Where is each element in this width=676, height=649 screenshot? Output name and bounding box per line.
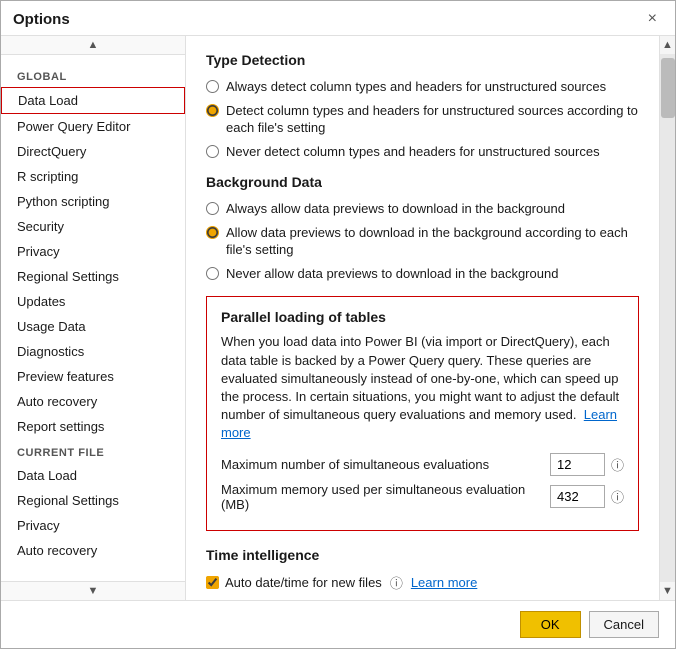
time-intelligence-heading: Time intelligence (206, 547, 639, 563)
ok-button[interactable]: OK (520, 611, 581, 638)
sidebar-item-regional-settings[interactable]: Regional Settings (1, 264, 185, 289)
dialog-title: Options (13, 11, 70, 28)
background-data-radio-1[interactable] (206, 202, 219, 215)
sidebar: ▲ GLOBAL Data Load Power Query Editor Di… (1, 36, 186, 600)
time-intelligence-options: Auto date/time for new files ⓘ Learn mor… (206, 573, 639, 592)
time-intelligence-section: Time intelligence Auto date/time for new… (206, 547, 639, 592)
type-detection-label-1: Always detect column types and headers f… (226, 78, 606, 96)
sidebar-item-cf-auto-recovery[interactable]: Auto recovery (1, 538, 185, 563)
type-detection-radio-2[interactable] (206, 104, 219, 117)
background-data-radio-3[interactable] (206, 267, 219, 280)
sidebar-item-diagnostics[interactable]: Diagnostics (1, 339, 185, 364)
sidebar-item-usage-data[interactable]: Usage Data (1, 314, 185, 339)
type-detection-option-3: Never detect column types and headers fo… (206, 143, 639, 161)
sidebar-item-r-scripting[interactable]: R scripting (1, 164, 185, 189)
type-detection-label-3: Never detect column types and headers fo… (226, 143, 600, 161)
type-detection-heading: Type Detection (206, 52, 639, 68)
type-detection-radio-3[interactable] (206, 145, 219, 158)
parallel-loading-description: When you load data into Power BI (via im… (221, 333, 624, 442)
main-scroll-area: Type Detection Always detect column type… (186, 36, 659, 600)
background-data-label-3: Never allow data previews to download in… (226, 265, 558, 283)
sidebar-item-security[interactable]: Security (1, 214, 185, 239)
time-intelligence-learn-more-link[interactable]: Learn more (411, 575, 477, 590)
type-detection-radio-1[interactable] (206, 80, 219, 93)
sidebar-item-python-scripting[interactable]: Python scripting (1, 189, 185, 214)
current-file-section-label: CURRENT FILE (1, 439, 185, 463)
simultaneous-evaluations-info-icon[interactable]: ⓘ (611, 455, 624, 474)
sidebar-item-data-load[interactable]: Data Load (1, 87, 185, 114)
close-button[interactable]: × (642, 9, 663, 29)
sidebar-item-power-query-editor[interactable]: Power Query Editor (1, 114, 185, 139)
auto-datetime-label: Auto date/time for new files (225, 575, 382, 590)
parallel-loading-heading: Parallel loading of tables (221, 309, 624, 325)
background-data-label-1: Always allow data previews to download i… (226, 200, 565, 218)
time-intelligence-info-icon[interactable]: ⓘ (390, 573, 403, 592)
sidebar-item-preview-features[interactable]: Preview features (1, 364, 185, 389)
sidebar-item-cf-data-load[interactable]: Data Load (1, 463, 185, 488)
sidebar-scroll-area: GLOBAL Data Load Power Query Editor Dire… (1, 55, 185, 581)
sidebar-item-cf-regional-settings[interactable]: Regional Settings (1, 488, 185, 513)
sidebar-item-report-settings[interactable]: Report settings (1, 414, 185, 439)
main-inner: Type Detection Always detect column type… (186, 36, 675, 600)
parallel-loading-section: Parallel loading of tables When you load… (206, 296, 639, 530)
parallel-input-row-2: Maximum memory used per simultaneous eva… (221, 482, 624, 512)
auto-datetime-checkbox-label: Auto date/time for new files (206, 575, 382, 590)
sidebar-scroll-down[interactable]: ▼ (1, 581, 185, 600)
main-scroll-up-arrow[interactable]: ▲ (660, 36, 675, 54)
memory-per-evaluation-input[interactable] (550, 485, 605, 508)
background-data-option-1: Always allow data previews to download i… (206, 200, 639, 218)
type-detection-option-1: Always detect column types and headers f… (206, 78, 639, 96)
parallel-input-label-1: Maximum number of simultaneous evaluatio… (221, 457, 550, 472)
parallel-input-right-1: ⓘ (550, 453, 624, 476)
options-dialog: Options × ▲ GLOBAL Data Load Power Query… (0, 0, 676, 649)
parallel-inputs: Maximum number of simultaneous evaluatio… (221, 453, 624, 512)
auto-datetime-checkbox[interactable] (206, 576, 219, 589)
parallel-input-right-2: ⓘ (550, 485, 624, 508)
simultaneous-evaluations-input[interactable] (550, 453, 605, 476)
dialog-footer: OK Cancel (1, 600, 675, 648)
sidebar-item-updates[interactable]: Updates (1, 289, 185, 314)
dialog-body: ▲ GLOBAL Data Load Power Query Editor Di… (1, 36, 675, 600)
main-scroll-track (660, 54, 675, 582)
sidebar-item-auto-recovery[interactable]: Auto recovery (1, 389, 185, 414)
sidebar-item-directquery[interactable]: DirectQuery (1, 139, 185, 164)
background-data-section: Background Data Always allow data previe… (206, 174, 639, 282)
background-data-heading: Background Data (206, 174, 639, 190)
type-detection-label-2: Detect column types and headers for unst… (226, 102, 639, 137)
cancel-button[interactable]: Cancel (589, 611, 659, 638)
global-section-label: GLOBAL (1, 63, 185, 87)
sidebar-item-cf-privacy[interactable]: Privacy (1, 513, 185, 538)
type-detection-section: Type Detection Always detect column type… (206, 52, 639, 160)
sidebar-scroll-up[interactable]: ▲ (1, 36, 185, 55)
background-data-radio-2[interactable] (206, 226, 219, 239)
main-scroll-thumb[interactable] (661, 58, 675, 118)
main-content-wrapper: Type Detection Always detect column type… (186, 36, 675, 600)
main-scroll-down-arrow[interactable]: ▼ (660, 582, 675, 600)
main-scrollbar: ▲ ▼ (659, 36, 675, 600)
memory-per-evaluation-info-icon[interactable]: ⓘ (611, 487, 624, 506)
background-data-option-2: Allow data previews to download in the b… (206, 224, 639, 259)
parallel-input-row-1: Maximum number of simultaneous evaluatio… (221, 453, 624, 476)
sidebar-item-privacy[interactable]: Privacy (1, 239, 185, 264)
parallel-input-label-2: Maximum memory used per simultaneous eva… (221, 482, 550, 512)
titlebar: Options × (1, 1, 675, 36)
background-data-label-2: Allow data previews to download in the b… (226, 224, 639, 259)
background-data-option-3: Never allow data previews to download in… (206, 265, 639, 283)
type-detection-option-2: Detect column types and headers for unst… (206, 102, 639, 137)
